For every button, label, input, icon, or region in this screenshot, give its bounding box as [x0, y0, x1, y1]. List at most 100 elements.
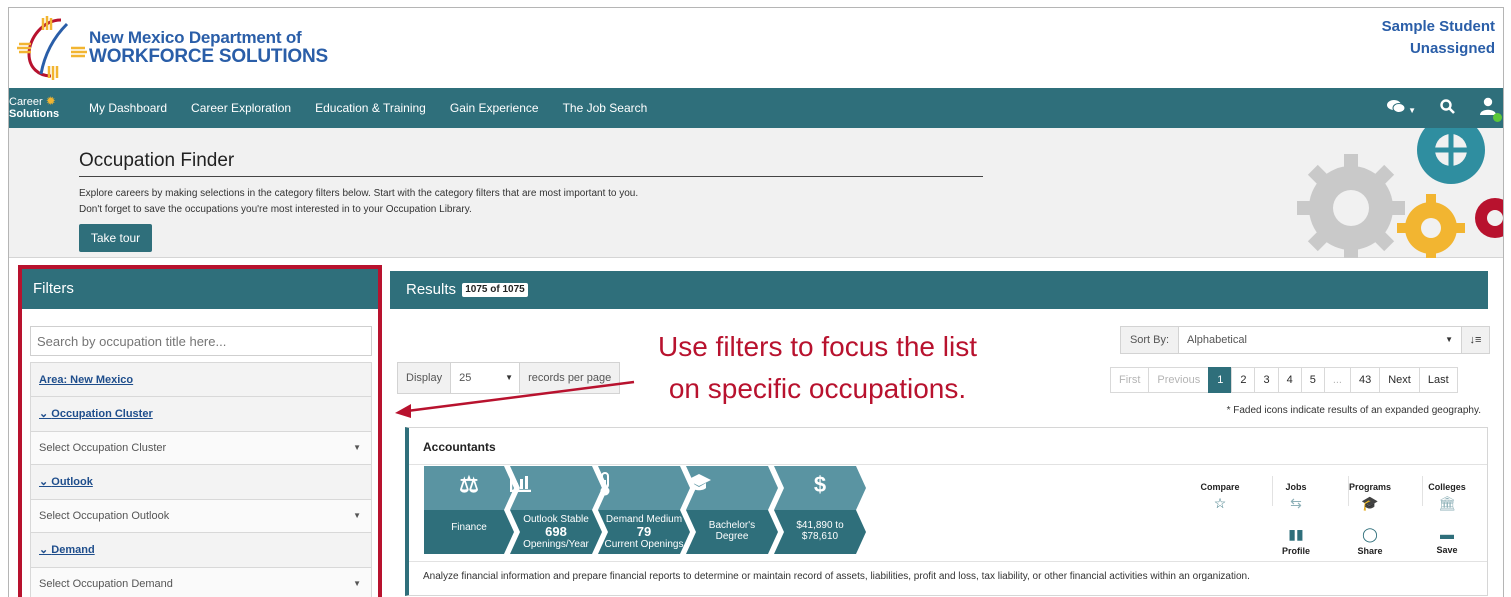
nav-item-career-exploration[interactable]: Career Exploration — [191, 101, 291, 115]
star-icon: ☆ — [1213, 495, 1227, 511]
wage-range-high: $78,610 — [801, 531, 839, 542]
occupation-cluster-select[interactable]: Select Occupation Cluster ▼ — [30, 432, 372, 465]
outlook-toggle[interactable]: ⌄ Outlook — [39, 476, 93, 488]
nm-workforce-logo-icon[interactable] — [15, 14, 87, 82]
education-level-suffix: Degree — [715, 531, 749, 542]
tile-education[interactable]: Bachelor's Degree — [686, 466, 778, 554]
user-status: Unassigned — [1409, 40, 1495, 57]
occupation-cluster-label: Occupation Cluster — [51, 408, 153, 420]
sort-label: Sort By: — [1121, 327, 1179, 353]
annotation-callout: Use filters to focus the list on specifi… — [615, 326, 1020, 410]
pagination: First Previous 1 2 3 4 5 ... 43 Next Las… — [1110, 367, 1458, 393]
gear-icon: ✹ — [45, 94, 56, 108]
pager-ellipsis: ... — [1323, 367, 1351, 393]
filters-panel: Filters Area: New Mexico ⌄ Occupation Cl… — [18, 265, 382, 597]
search-icon[interactable] — [1440, 98, 1455, 118]
faded-icons-note: * Faded icons indicate results of an exp… — [1226, 405, 1481, 416]
filters-title: Filters — [22, 269, 378, 309]
chevron-down-icon: ⌄ — [39, 408, 52, 420]
pager-previous[interactable]: Previous — [1148, 367, 1210, 393]
nav-item-education-training[interactable]: Education & Training — [315, 101, 426, 115]
org-name-line1: New Mexico Department of — [89, 28, 302, 47]
pager-page-43[interactable]: 43 — [1349, 367, 1381, 393]
occupation-card: Accountants ⚖ Finance Outlook Stable 698… — [405, 427, 1488, 596]
pager-next[interactable]: Next — [1379, 367, 1420, 393]
tile-wages-label: $41,890 to $78,610 — [774, 520, 866, 542]
demand-toggle[interactable]: ⌄ Demand — [39, 544, 95, 556]
card-divider — [409, 561, 1487, 562]
nav-item-gain-experience[interactable]: Gain Experience — [450, 101, 539, 115]
hero-section: Occupation Finder Explore careers by mak… — [9, 128, 1503, 258]
compare-action[interactable]: Compare ☆ — [1190, 482, 1250, 512]
gears-illustration-icon — [1297, 128, 1503, 258]
demand-header[interactable]: ⌄ Demand — [30, 533, 372, 568]
save-action[interactable]: ▬ Save — [1417, 526, 1477, 555]
nav-item-my-dashboard[interactable]: My Dashboard — [89, 101, 167, 115]
occupation-description: Analyze financial information and prepar… — [423, 571, 1250, 582]
occupation-cluster-header[interactable]: ⌄ Occupation Cluster — [30, 397, 372, 432]
user-icon[interactable] — [1479, 97, 1502, 122]
handshake-icon: ⇆ — [1290, 495, 1302, 511]
nav-menu: My Dashboard Career Exploration Educatio… — [89, 88, 671, 128]
area-link[interactable]: Area: New Mexico — [39, 374, 133, 386]
hero-description: Explore careers by making selections in … — [79, 186, 638, 218]
pager-page-4[interactable]: 4 — [1277, 367, 1302, 393]
demand-select[interactable]: Select Occupation Demand ▼ — [30, 568, 372, 597]
org-name[interactable]: New Mexico Department of WORKFORCE SOLUT… — [89, 28, 328, 66]
education-level: Bachelor's — [708, 520, 756, 531]
sort-select-value: Alphabetical — [1187, 334, 1247, 346]
programs-action[interactable]: Programs 🎓 — [1340, 482, 1400, 512]
dropdown-caret-icon: ▼ — [1445, 335, 1453, 344]
brand-line2: Solutions — [9, 108, 60, 120]
hero-line1: Explore careers by making selections in … — [79, 188, 639, 199]
current-openings-label: Current Openings — [604, 539, 684, 550]
pager-page-1[interactable]: 1 — [1208, 367, 1233, 393]
user-name: Sample Student — [1381, 18, 1495, 35]
occupation-cluster-select-value: Select Occupation Cluster — [39, 442, 167, 454]
profile-action[interactable]: ▮▮ Profile — [1266, 526, 1326, 556]
pager-page-2[interactable]: 2 — [1231, 367, 1256, 393]
occupation-title[interactable]: Accountants — [423, 440, 496, 454]
programs-label: Programs — [1348, 482, 1392, 492]
tile-wages[interactable]: $ $41,890 to $78,610 — [774, 466, 866, 554]
share-action[interactable]: ◯ Share — [1340, 526, 1400, 556]
outlook-header[interactable]: ⌄ Outlook — [30, 465, 372, 500]
dropdown-caret-icon: ▼ — [353, 443, 361, 452]
site-header: New Mexico Department of WORKFORCE SOLUT… — [9, 8, 1503, 88]
tile-cluster-label: Finance — [451, 522, 487, 533]
chevron-down-icon: ▼ — [1408, 106, 1416, 115]
outlook-select[interactable]: Select Occupation Outlook ▼ — [30, 500, 372, 533]
nav-item-job-search[interactable]: The Job Search — [563, 101, 648, 115]
sort-order-icon[interactable]: ↓≡ — [1461, 327, 1489, 353]
share-label: Share — [1357, 546, 1383, 556]
demand-select-value: Select Occupation Demand — [39, 578, 173, 590]
page-title: Occupation Finder — [79, 150, 983, 177]
pager-page-5[interactable]: 5 — [1300, 367, 1325, 393]
sort-select[interactable]: Alphabetical ▼ — [1179, 327, 1461, 353]
institution-icon: 🏛 — [1438, 495, 1456, 511]
user-info: Sample Student Unassigned — [1382, 16, 1495, 60]
hero-line2: Don't forget to save the occupations you… — [79, 204, 472, 215]
pager-page-3[interactable]: 3 — [1254, 367, 1279, 393]
tile-demand-label: Demand Medium 79 Current Openings — [598, 514, 690, 550]
org-name-line2: WORKFORCE SOLUTIONS — [89, 46, 328, 67]
occupation-cluster-toggle[interactable]: ⌄ Occupation Cluster — [39, 408, 153, 420]
tile-outlook[interactable]: Outlook Stable 698 Openings/Year — [510, 466, 602, 554]
tile-career-cluster[interactable]: ⚖ Finance — [424, 466, 514, 554]
chat-icon[interactable]: ▼ — [1387, 99, 1416, 117]
pager-first[interactable]: First — [1110, 367, 1150, 393]
career-solutions-brand[interactable]: Career ✹ Solutions — [9, 95, 71, 120]
results-count-badge: 1075 of 1075 — [462, 283, 528, 298]
jobs-action[interactable]: Jobs ⇆ — [1266, 482, 1326, 512]
openings-per-year-label: Openings/Year — [523, 539, 589, 550]
graduation-cap-icon: 🎓 — [1361, 495, 1379, 511]
occupation-search-input[interactable] — [30, 326, 372, 356]
take-tour-button[interactable]: Take tour — [79, 224, 152, 252]
nav-tools: ▼ — [1387, 88, 1502, 128]
outlook-select-value: Select Occupation Outlook — [39, 510, 170, 522]
colleges-action[interactable]: Colleges 🏛 — [1417, 482, 1477, 512]
tile-demand[interactable]: Demand Medium 79 Current Openings — [598, 466, 690, 554]
outlook-label: Outlook — [51, 476, 93, 488]
pager-last[interactable]: Last — [1418, 367, 1458, 393]
annotation-arrow-icon — [395, 380, 635, 418]
